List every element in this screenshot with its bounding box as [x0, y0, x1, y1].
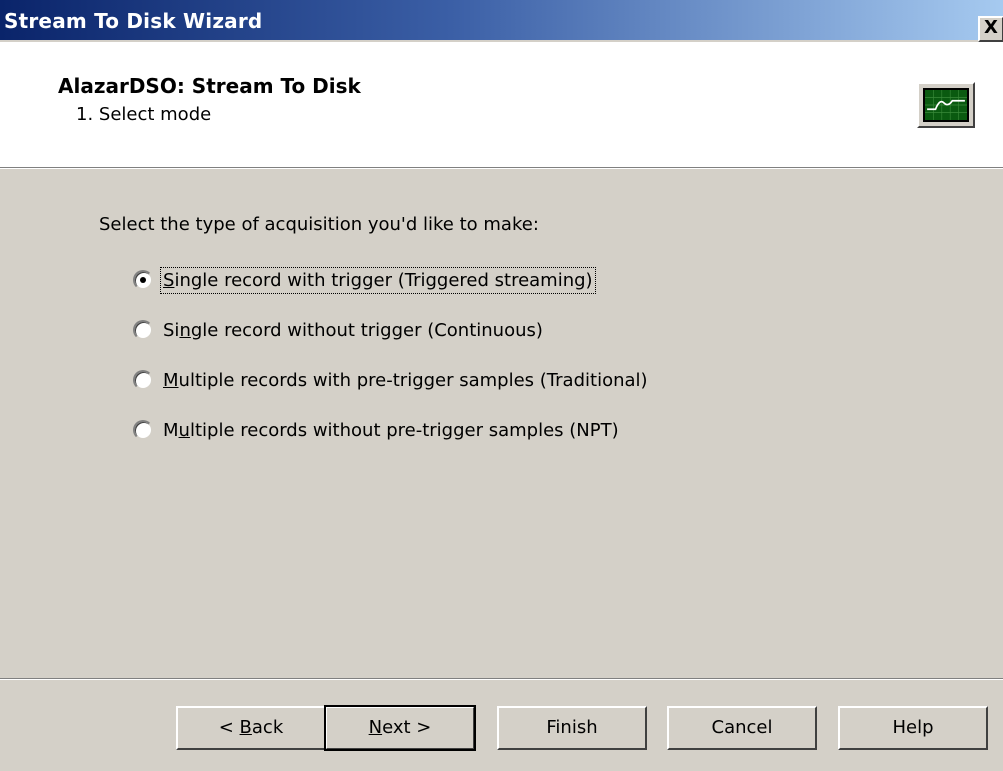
window-title: Stream To Disk Wizard	[4, 9, 263, 33]
radio-selected-dot	[140, 277, 146, 283]
radio-npt[interactable]: Multiple records without pre-trigger sam…	[133, 415, 619, 445]
finish-button[interactable]: Finish	[497, 706, 647, 750]
cancel-button[interactable]: Cancel	[667, 706, 817, 750]
page-title: AlazarDSO: Stream To Disk	[58, 74, 361, 98]
title-bar[interactable]: Stream To Disk Wizard X	[0, 0, 1003, 42]
footer-divider-highlight	[0, 679, 1003, 680]
oscilloscope-icon	[917, 82, 975, 128]
radio-label[interactable]: Multiple records with pre-trigger sample…	[163, 370, 648, 391]
radio-button[interactable]	[133, 270, 153, 290]
wizard-header: AlazarDSO: Stream To Disk 1. Select mode	[0, 42, 1003, 167]
radio-triggered-streaming[interactable]: Single record with trigger (Triggered st…	[133, 265, 596, 295]
radio-button[interactable]	[133, 370, 153, 390]
radio-label[interactable]: Single record without trigger (Continuou…	[163, 320, 543, 341]
help-button[interactable]: Help	[838, 706, 988, 750]
header-divider-highlight	[0, 168, 1003, 169]
radio-button[interactable]	[133, 420, 153, 440]
radio-button[interactable]	[133, 320, 153, 340]
radio-label[interactable]: Single record with trigger (Triggered st…	[160, 266, 596, 294]
radio-label[interactable]: Multiple records without pre-trigger sam…	[163, 420, 619, 441]
close-icon: X	[984, 17, 998, 38]
radio-traditional[interactable]: Multiple records with pre-trigger sample…	[133, 365, 648, 395]
next-button[interactable]: Next >	[324, 705, 476, 751]
radio-continuous[interactable]: Single record without trigger (Continuou…	[133, 315, 543, 345]
step-subtitle: 1. Select mode	[76, 104, 212, 125]
close-button[interactable]: X	[978, 16, 1003, 42]
acquisition-prompt: Select the type of acquisition you'd lik…	[99, 214, 539, 235]
back-button[interactable]: < Back	[176, 706, 326, 750]
